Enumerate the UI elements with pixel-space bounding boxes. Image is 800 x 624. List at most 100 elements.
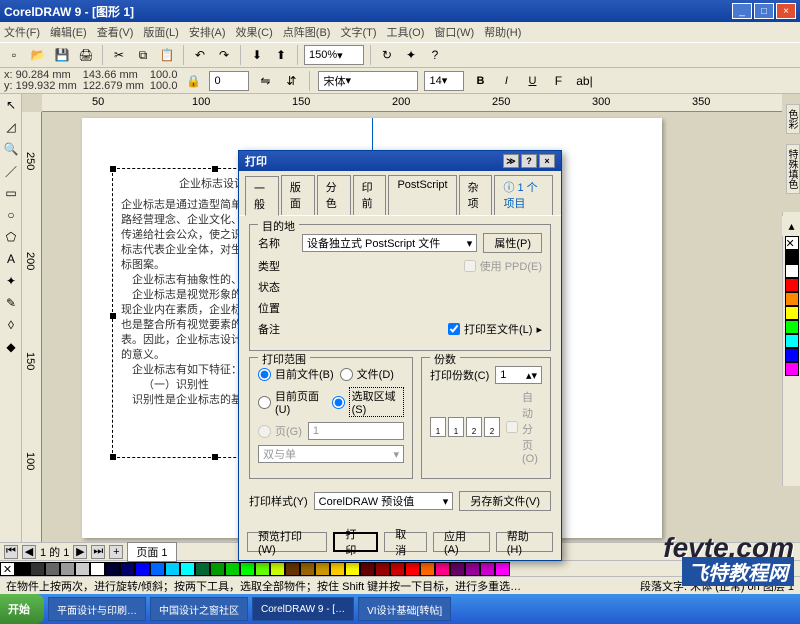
color-swatch[interactable] [300, 562, 315, 576]
color-swatch[interactable] [90, 562, 105, 576]
tab-general[interactable]: 一般 [245, 176, 279, 216]
menu-arrange[interactable]: 安排(A) [189, 24, 226, 40]
font-combo[interactable]: 宋体 ▾ [318, 71, 418, 91]
palette-up-icon[interactable]: ▴ [782, 216, 800, 236]
color-swatch[interactable] [225, 562, 240, 576]
properties-button[interactable]: 属性(P) [483, 233, 542, 253]
cut-icon[interactable]: ✂ [109, 45, 129, 65]
menu-effects[interactable]: 效果(C) [236, 24, 273, 40]
menu-tools[interactable]: 工具(O) [387, 24, 425, 40]
paste-icon[interactable]: 📋 [157, 45, 177, 65]
mirror-h-icon[interactable]: ⇋ [255, 71, 275, 91]
ellipse-tool-icon[interactable]: ○ [0, 204, 22, 226]
color-swatch[interactable] [255, 562, 270, 576]
color-swatch[interactable] [270, 562, 285, 576]
format-text-icon[interactable]: F [548, 71, 568, 91]
color-swatch[interactable] [785, 292, 799, 306]
export-icon[interactable]: ⬆ [271, 45, 291, 65]
save-as-button[interactable]: 另存新文件(V) [459, 491, 551, 511]
print-icon[interactable]: 🖨 [76, 45, 96, 65]
no-fill-swatch[interactable]: ✕ [0, 562, 15, 576]
color-swatch[interactable] [150, 562, 165, 576]
start-button[interactable]: 开始 [0, 594, 44, 624]
page-tab[interactable]: 页面 1 [127, 542, 176, 562]
taskbar-item[interactable]: VI设计基础[转帖] [358, 597, 451, 621]
color-swatch[interactable] [120, 562, 135, 576]
color-swatch[interactable] [30, 562, 45, 576]
color-swatch[interactable] [345, 562, 360, 576]
print-preview-button[interactable]: 预览打印(W) [247, 532, 327, 552]
lock-icon[interactable]: 🔒 [183, 71, 203, 91]
tab-layout[interactable]: 版面 [281, 175, 315, 215]
undo-icon[interactable]: ↶ [190, 45, 210, 65]
rectangle-tool-icon[interactable]: ▭ [0, 182, 22, 204]
pick-tool-icon[interactable]: ↖ [0, 94, 22, 116]
menu-view[interactable]: 查看(V) [97, 24, 134, 40]
taskbar-item[interactable]: 平面设计与印刷… [48, 597, 146, 621]
save-icon[interactable]: 💾 [52, 45, 72, 65]
tab-issues[interactable]: ⓘ 1 个项目 [494, 175, 553, 215]
color-swatch[interactable] [785, 320, 799, 334]
add-page-icon[interactable]: + [109, 545, 123, 559]
tab-prepress[interactable]: 印前 [353, 175, 387, 215]
import-icon[interactable]: ⬇ [247, 45, 267, 65]
outline-tool-icon[interactable]: ◊ [0, 314, 22, 336]
shape-tool-icon[interactable]: ◿ [0, 116, 22, 138]
print-to-file-checkbox[interactable] [448, 323, 460, 335]
refresh-icon[interactable]: ↻ [377, 45, 397, 65]
horizontal-ruler[interactable]: 50 100 150 200 250 300 350 [42, 94, 782, 112]
eyedropper-tool-icon[interactable]: ✎ [0, 292, 22, 314]
zoom-combo[interactable]: 150% ▾ [304, 45, 364, 65]
zoom-tool-icon[interactable]: 🔍 [0, 138, 22, 160]
selection-handle[interactable] [212, 454, 218, 460]
color-swatch[interactable] [60, 562, 75, 576]
web-icon[interactable]: ? [425, 45, 445, 65]
launch-icon[interactable]: ✦ [401, 45, 421, 65]
color-swatch[interactable] [375, 562, 390, 576]
underline-icon[interactable]: U [522, 71, 542, 91]
redo-icon[interactable]: ↷ [214, 45, 234, 65]
color-swatch[interactable] [785, 250, 799, 264]
color-docker-tab[interactable]: 色彩 [786, 104, 800, 134]
current-doc-radio[interactable] [258, 368, 271, 381]
fill-tool-icon[interactable]: ◆ [0, 336, 22, 358]
color-swatch[interactable] [210, 562, 225, 576]
current-page-radio[interactable] [258, 396, 271, 409]
fill-docker-tab[interactable]: 特殊填色 [786, 144, 800, 194]
italic-icon[interactable]: I [496, 71, 516, 91]
edit-text-icon[interactable]: ab| [574, 71, 594, 91]
apply-button[interactable]: 应用(A) [433, 532, 490, 552]
color-swatch[interactable] [495, 562, 510, 576]
new-icon[interactable]: ▫ [4, 45, 24, 65]
close-button[interactable]: × [776, 3, 796, 19]
interactive-tool-icon[interactable]: ✦ [0, 270, 22, 292]
text-tool-icon[interactable]: A [0, 248, 22, 270]
selection-handle[interactable] [212, 166, 218, 172]
color-swatch[interactable] [15, 562, 30, 576]
dialog-titlebar[interactable]: 打印 ≫ ? × [239, 151, 561, 171]
color-swatch[interactable] [285, 562, 300, 576]
color-swatch[interactable] [420, 562, 435, 576]
mirror-v-icon[interactable]: ⇵ [281, 71, 301, 91]
color-swatch[interactable] [785, 334, 799, 348]
color-swatch[interactable] [195, 562, 210, 576]
documents-radio[interactable] [340, 368, 353, 381]
polygon-tool-icon[interactable]: ⬠ [0, 226, 22, 248]
color-swatch[interactable] [480, 562, 495, 576]
color-swatch[interactable] [785, 278, 799, 292]
last-page-icon[interactable]: ⏭ [91, 545, 105, 559]
selection-handle[interactable] [110, 166, 116, 172]
help-button[interactable]: 帮助(H) [496, 532, 553, 552]
menu-layout[interactable]: 版面(L) [143, 24, 178, 40]
color-swatch[interactable] [390, 562, 405, 576]
color-swatch[interactable] [165, 562, 180, 576]
vertical-ruler[interactable]: 250 200 150 100 [22, 112, 42, 542]
maximize-button[interactable]: □ [754, 3, 774, 19]
color-swatch[interactable] [330, 562, 345, 576]
taskbar-item[interactable]: 中国设计之窗社区 [150, 597, 248, 621]
menu-edit[interactable]: 编辑(E) [50, 24, 87, 40]
taskbar-item[interactable]: CorelDRAW 9 - [… [252, 597, 354, 621]
printer-combo[interactable]: 设备独立式 PostScript 文件▾ [302, 234, 477, 252]
selection-handle[interactable] [110, 454, 116, 460]
menu-bitmap[interactable]: 点阵图(B) [283, 24, 331, 40]
